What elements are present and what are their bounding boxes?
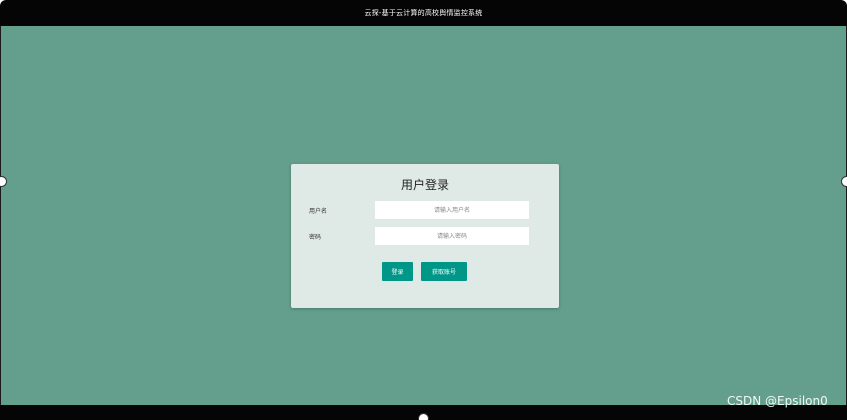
app-window: 云探-基于云计算的高校舆情监控系统 用户登录 用户名 密码 登录 获取账号 CS… bbox=[0, 0, 847, 420]
page-background: 用户登录 用户名 密码 登录 获取账号 bbox=[0, 26, 847, 405]
login-card: 用户登录 用户名 密码 登录 获取账号 bbox=[291, 164, 559, 308]
watermark-text: CSDN @Epsilon0 bbox=[727, 394, 828, 408]
login-button[interactable]: 登录 bbox=[382, 262, 413, 281]
get-account-button[interactable]: 获取账号 bbox=[421, 262, 467, 281]
resize-handle-bottom[interactable] bbox=[418, 413, 429, 420]
title-bar: 云探-基于云计算的高校舆情监控系统 bbox=[0, 0, 847, 26]
password-label: 密码 bbox=[309, 234, 322, 241]
resize-handle-right[interactable] bbox=[841, 176, 847, 187]
login-heading: 用户登录 bbox=[400, 178, 449, 192]
window-title: 云探-基于云计算的高校舆情监控系统 bbox=[364, 9, 483, 17]
username-input[interactable] bbox=[375, 201, 529, 219]
username-label: 用户名 bbox=[309, 208, 328, 215]
password-input[interactable] bbox=[375, 227, 529, 245]
